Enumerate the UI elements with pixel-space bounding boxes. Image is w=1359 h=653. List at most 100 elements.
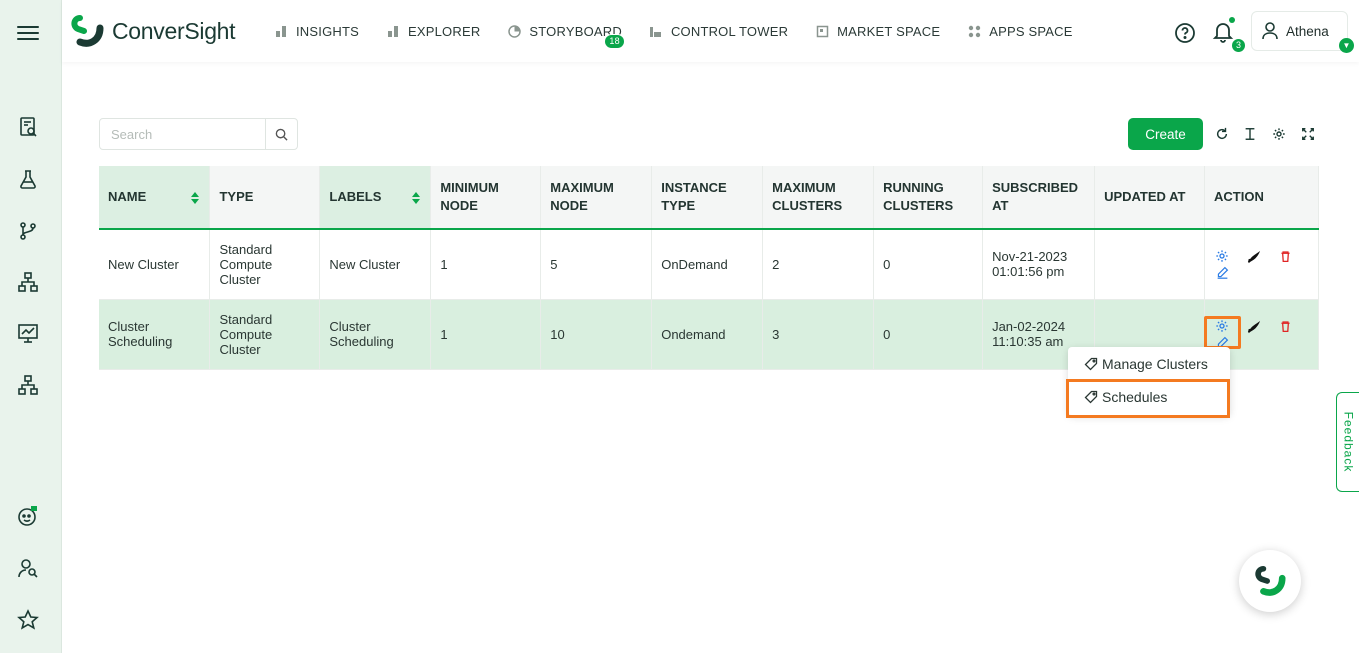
chevron-down-icon[interactable]: ▼ [1339, 38, 1354, 53]
user-search-icon[interactable] [17, 557, 39, 579]
nav-explorer[interactable]: EXPLORER [386, 24, 480, 39]
pie-chart-icon [507, 24, 521, 38]
logo-mark-icon [70, 14, 104, 48]
clusters-table: NAME TYPE LABELS MINIMUM NODE MAXIMUM NO… [99, 166, 1319, 370]
sort-icon[interactable] [412, 192, 421, 204]
feedback-tab[interactable]: Feedback [1336, 392, 1359, 492]
main-nav: INSIGHTS EXPLORER STORYBOARD 18 CONTROL … [274, 0, 1100, 62]
tower-icon [649, 24, 663, 38]
cell-running-clusters: 0 [873, 299, 984, 370]
search-icon[interactable] [265, 119, 297, 149]
column-header-instance-type[interactable]: INSTANCE TYPE [651, 166, 764, 230]
cell-updated-at [1094, 229, 1205, 300]
nav-apps-space-label: APPS SPACE [989, 23, 1073, 39]
table-row[interactable]: New Cluster Standard Compute Cluster New… [99, 229, 1319, 300]
column-header-action: ACTION [1204, 166, 1319, 230]
chatbot-launcher[interactable] [1239, 550, 1301, 612]
branch-icon[interactable] [17, 220, 39, 242]
search-box [99, 118, 298, 150]
store-icon [815, 24, 829, 38]
logo-text: ConverSight [112, 17, 236, 44]
text-height-icon[interactable] [1242, 126, 1258, 142]
help-icon[interactable] [1174, 22, 1196, 44]
column-header-labels[interactable]: LABELS [319, 166, 432, 230]
nav-market-space-label: MARKET SPACE [837, 23, 941, 39]
column-header-maximum-clusters[interactable]: MAXIMUM CLUSTERS [762, 166, 875, 230]
report-search-icon[interactable] [17, 116, 39, 138]
hamburger-menu-icon[interactable] [17, 22, 39, 44]
cell-min-node: 1 [430, 229, 542, 300]
nav-control-tower[interactable]: CONTROL TOWER [649, 24, 788, 39]
menu-item-manage-clusters[interactable]: Manage Clusters [1068, 348, 1230, 380]
sidebar [0, 0, 62, 653]
cell-name: Cluster Scheduling [99, 299, 211, 370]
menu-item-label: Manage Clusters [1102, 356, 1208, 372]
user-name: Athena [1286, 23, 1329, 39]
column-header-minimum-node[interactable]: MINIMUM NODE [430, 166, 542, 230]
cell-instance-type: OnDemand [651, 229, 764, 300]
hierarchy-icon[interactable] [17, 271, 39, 293]
cell-subscribed-at: Nov-21-2023 01:01:56 pm [982, 229, 1096, 300]
presentation-chart-icon[interactable] [17, 322, 39, 344]
edit-icon[interactable] [1214, 265, 1230, 281]
column-header-type[interactable]: TYPE [209, 166, 321, 230]
nav-control-tower-label: CONTROL TOWER [670, 23, 789, 39]
gear-icon[interactable] [1214, 248, 1230, 264]
nav-market-space[interactable]: MARKET SPACE [815, 24, 940, 39]
cell-min-node: 1 [430, 299, 542, 370]
cell-running-clusters: 0 [873, 229, 984, 300]
feedback-label: Feedback [1341, 411, 1356, 473]
cell-labels: Cluster Scheduling [319, 299, 432, 370]
user-icon [1260, 21, 1280, 41]
cell-max-clusters: 3 [762, 299, 875, 370]
cell-max-clusters: 2 [762, 229, 875, 300]
cell-labels: New Cluster [319, 229, 432, 300]
column-header-updated-at[interactable]: UPDATED AT [1094, 166, 1205, 230]
flask-icon[interactable] [17, 168, 39, 190]
settings-gear-icon[interactable] [1271, 126, 1287, 142]
top-header: ConverSight INSIGHTS EXPLORER STORYBOARD… [62, 0, 1359, 62]
bar-chart-icon [386, 24, 400, 38]
notification-dot [1229, 17, 1235, 23]
cell-max-node: 10 [540, 299, 653, 370]
cell-actions [1204, 229, 1319, 300]
nav-insights-label: INSIGHTS [296, 23, 359, 39]
sort-icon[interactable] [191, 192, 200, 204]
search-input[interactable] [100, 119, 265, 149]
nav-apps-space[interactable]: APPS SPACE [967, 24, 1072, 39]
storyboard-badge: 18 [604, 33, 625, 49]
column-header-running-clusters[interactable]: RUNNING CLUSTERS [873, 166, 984, 230]
apps-grid-icon [967, 24, 981, 38]
user-menu[interactable]: Athena ▼ [1251, 11, 1354, 53]
rocket-icon[interactable] [1246, 318, 1262, 334]
gear-highlight-box [1204, 316, 1241, 349]
table-header-row: NAME TYPE LABELS MINIMUM NODE MAXIMUM NO… [99, 166, 1319, 230]
cell-name: New Cluster [99, 229, 211, 300]
bar-chart-icon [274, 24, 288, 38]
conversight-logo[interactable]: ConverSight [70, 14, 236, 48]
nav-explorer-label: EXPLORER [408, 23, 481, 39]
star-icon[interactable] [17, 609, 39, 631]
column-header-subscribed-at[interactable]: SUBSCRIBED AT [982, 166, 1096, 230]
create-button[interactable]: Create [1128, 118, 1203, 150]
fullscreen-icon[interactable] [1300, 126, 1316, 142]
cell-type: Standard Compute Cluster [209, 299, 321, 370]
nav-insights[interactable]: INSIGHTS [274, 24, 359, 39]
schedules-highlight-box [1066, 379, 1230, 418]
cell-max-node: 5 [540, 229, 653, 300]
column-header-maximum-node[interactable]: MAXIMUM NODE [540, 166, 653, 230]
cell-instance-type: Ondemand [651, 299, 764, 370]
tag-icon [1084, 357, 1098, 371]
notification-count-badge: 3 [1231, 38, 1247, 53]
cell-type: Standard Compute Cluster [209, 229, 321, 300]
rocket-icon[interactable] [1246, 248, 1262, 264]
notification-bell-icon[interactable] [1212, 20, 1234, 44]
column-header-name[interactable]: NAME [99, 166, 211, 230]
hierarchy-icon[interactable] [17, 374, 39, 396]
delete-icon[interactable] [1277, 248, 1293, 264]
refresh-icon[interactable] [1214, 126, 1230, 142]
delete-icon[interactable] [1277, 318, 1293, 334]
assistant-face-icon[interactable] [17, 505, 39, 527]
nav-storyboard[interactable]: STORYBOARD 18 [507, 24, 625, 49]
logo-mark-icon [1255, 565, 1286, 596]
